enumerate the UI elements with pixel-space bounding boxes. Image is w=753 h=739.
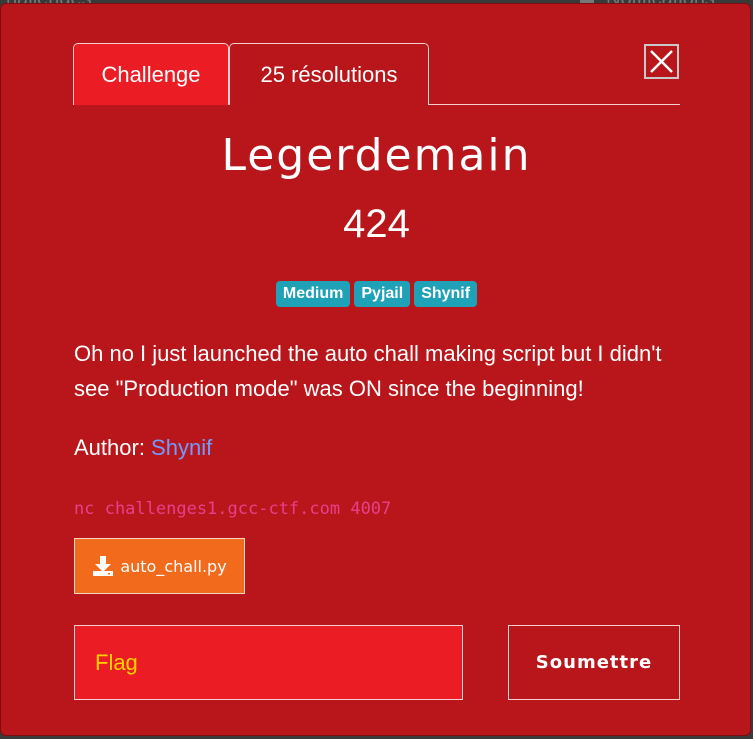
close-button[interactable]: [644, 44, 679, 79]
challenge-description: Oh no I just launched the auto chall mak…: [74, 341, 662, 401]
tag-badge: Pyjail: [354, 281, 411, 307]
tab-challenge[interactable]: Challenge: [73, 43, 229, 105]
challenge-modal: Challenge 25 résolutions Legerdemain 424…: [0, 3, 751, 736]
connection-info: nc challenges1.gcc-ctf.com 4007: [74, 499, 392, 519]
author-label: Author:: [74, 435, 152, 460]
close-icon: [650, 50, 673, 73]
file-name: auto_chall.py: [120, 556, 227, 576]
flag-input[interactable]: [74, 625, 463, 700]
submit-button[interactable]: Soumettre: [508, 625, 680, 700]
tag-badge: Shynif: [414, 281, 478, 307]
author-link[interactable]: Shynif: [151, 435, 212, 460]
file-download-button[interactable]: auto_chall.py: [74, 538, 245, 594]
tag-list: Medium Pyjail Shynif: [1, 281, 752, 307]
tab-solves[interactable]: 25 résolutions: [229, 43, 429, 105]
tag-badge: Medium: [275, 281, 351, 307]
challenge-points: 424: [343, 202, 410, 246]
author-line: Author: Shynif: [74, 431, 212, 465]
tab-bar: Challenge 25 résolutions: [73, 43, 680, 105]
download-icon: [93, 556, 114, 576]
challenge-title: Legerdemain: [221, 130, 532, 181]
